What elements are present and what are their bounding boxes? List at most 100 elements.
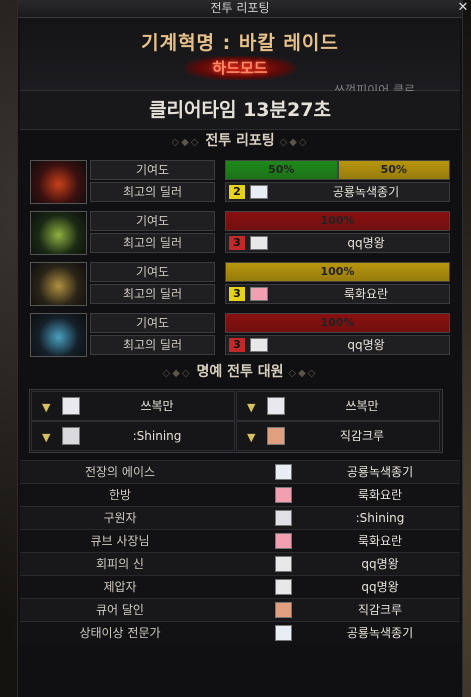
top-dealer-label: 최고의 딜러 xyxy=(90,233,215,253)
green-emblem-icon xyxy=(30,211,87,255)
avatar xyxy=(267,427,285,445)
dungeon-header: 기계혁명 : 바칼 레이드 하드모드 쓰껏피이어 클로 xyxy=(20,18,460,97)
top-dealer-label: 최고의 딜러 xyxy=(90,335,215,355)
rank-badge: 3 xyxy=(229,236,245,250)
honor-section-title: 명예 전투 대원 xyxy=(196,364,284,380)
contribution-segment: 50% xyxy=(337,160,450,180)
report-section-title: 전투 리포팅 xyxy=(205,133,275,149)
honor-member: ▼ 쓰복만 xyxy=(236,391,440,421)
award-winner: 룩화요란 xyxy=(357,534,403,548)
top-dealer: 3 qq명왕 xyxy=(225,335,450,355)
award-row: 큐브 사장님 룩화요란 xyxy=(20,529,460,552)
avatar xyxy=(275,556,292,572)
honor-member-name: :Shining xyxy=(132,429,182,443)
avatar xyxy=(250,185,268,199)
rank-badge: 3 xyxy=(229,338,245,352)
award-title: 구원자 xyxy=(103,511,137,525)
honor-member-name: 쓰복만 xyxy=(345,399,379,413)
dealer-name: 공룡녹색종기 xyxy=(332,185,400,199)
difficulty-badge: 하드모드 xyxy=(185,56,295,80)
award-winner: 공룡녹색종기 xyxy=(346,465,414,479)
blue-emblem-icon xyxy=(30,313,87,357)
avatar xyxy=(275,602,292,618)
avatar xyxy=(62,427,80,445)
avatar xyxy=(250,338,268,352)
top-dealer-label: 최고의 딜러 xyxy=(90,284,215,304)
party-row: 기여도 최고의 딜러 50% 50% 2 공룡녹색종기 xyxy=(30,160,450,204)
avatar xyxy=(275,579,292,595)
contribution-bar: 50% 50% xyxy=(225,160,450,180)
medal-icon: ▼ xyxy=(247,401,256,414)
medal-icon: ▼ xyxy=(42,431,51,444)
contribution-segment: 100% xyxy=(225,262,450,282)
award-winner: 룩화요란 xyxy=(357,488,403,502)
award-row: 큐어 달인 직감크루 xyxy=(20,598,460,621)
contribution-bar: 100% xyxy=(225,262,450,282)
award-winner: 공룡녹색종기 xyxy=(346,626,414,640)
top-dealer: 3 룩화요란 xyxy=(225,284,450,304)
close-icon[interactable]: ✕ xyxy=(456,1,470,15)
dealer-name: 룩화요란 xyxy=(343,287,389,301)
avatar xyxy=(62,397,80,415)
award-title: 큐브 사장님 xyxy=(90,534,150,548)
award-title: 회피의 신 xyxy=(96,557,144,571)
dealer-name: qq명왕 xyxy=(347,338,385,352)
dealer-name: qq명왕 xyxy=(347,236,385,250)
honor-member-name: 쓰복만 xyxy=(140,399,174,413)
avatar xyxy=(275,510,292,526)
contribution-label: 기여도 xyxy=(90,160,215,180)
party-row: 기여도 최고의 딜러 100% 3 룩화요란 xyxy=(30,262,450,306)
award-row: 회피의 신 qq명왕 xyxy=(20,552,460,575)
honor-members-panel: ▼ 쓰복만 ▼ 쓰복만 ▼ :Shining ▼ 직감크루 xyxy=(29,389,443,453)
contribution-label: 기여도 xyxy=(90,313,215,333)
honor-section-heading: ◇◆◇ 명예 전투 대원 ◇◆◇ xyxy=(162,364,318,380)
avatar xyxy=(267,397,285,415)
award-row: 상태이상 전문가 공룡녹색종기 xyxy=(20,621,460,644)
top-dealer: 2 공룡녹색종기 xyxy=(225,182,450,202)
award-row: 제압자 qq명왕 xyxy=(20,575,460,598)
window-title: 전투 리포팅 xyxy=(18,0,462,18)
award-row: 한방 룩화요란 xyxy=(20,483,460,506)
medal-icon: ▼ xyxy=(247,431,256,444)
gold-emblem-icon xyxy=(30,262,87,306)
award-title: 제압자 xyxy=(103,580,137,594)
award-title: 한방 xyxy=(108,488,132,502)
clear-time: 클리어타임 13분27초 xyxy=(20,91,460,130)
avatar xyxy=(250,287,268,301)
report-section-heading: ◇◆◇ 전투 리포팅 ◇◆◇ xyxy=(171,133,309,149)
contribution-bar: 100% xyxy=(225,211,450,231)
medal-icon: ▼ xyxy=(42,401,51,414)
award-winner: qq명왕 xyxy=(361,580,399,594)
avatar xyxy=(250,236,268,250)
rank-badge: 3 xyxy=(229,287,245,301)
award-row: 구원자 :Shining xyxy=(20,506,460,529)
award-winner: 직감크루 xyxy=(357,603,403,617)
avatar xyxy=(275,487,292,503)
honor-member: ▼ 직감크루 xyxy=(236,421,440,451)
fire-emblem-icon xyxy=(30,160,87,204)
award-title: 상태이상 전문가 xyxy=(79,626,161,640)
party-row: 기여도 최고의 딜러 100% 3 qq명왕 xyxy=(30,211,450,255)
contribution-segment: 50% xyxy=(225,160,338,180)
award-winner: :Shining xyxy=(355,511,405,525)
honor-member-name: 직감크루 xyxy=(339,429,385,443)
contribution-label: 기여도 xyxy=(90,262,215,282)
avatar xyxy=(275,625,292,641)
party-row: 기여도 최고의 딜러 100% 3 qq명왕 xyxy=(30,313,450,357)
contribution-segment: 100% xyxy=(225,313,450,333)
avatar xyxy=(275,533,292,549)
rank-badge: 2 xyxy=(229,185,245,199)
battle-report-window: 전투 리포팅 기계혁명 : 바칼 레이드 하드모드 쓰껏피이어 클로 클리어타임… xyxy=(17,0,463,697)
contribution-label: 기여도 xyxy=(90,211,215,231)
contribution-segment: 100% xyxy=(225,211,450,231)
award-title: 전장의 에이스 xyxy=(84,465,156,479)
dungeon-name: 기계혁명 : 바칼 레이드 xyxy=(141,32,339,54)
honor-member: ▼ 쓰복만 xyxy=(31,391,235,421)
award-title: 큐어 달인 xyxy=(96,603,144,617)
award-winner: qq명왕 xyxy=(361,557,399,571)
top-dealer: 3 qq명왕 xyxy=(225,233,450,253)
top-dealer-label: 최고의 딜러 xyxy=(90,182,215,202)
contribution-bar: 100% xyxy=(225,313,450,333)
honor-member: ▼ :Shining xyxy=(31,421,235,451)
award-row: 전장의 에이스 공룡녹색종기 xyxy=(20,460,460,483)
